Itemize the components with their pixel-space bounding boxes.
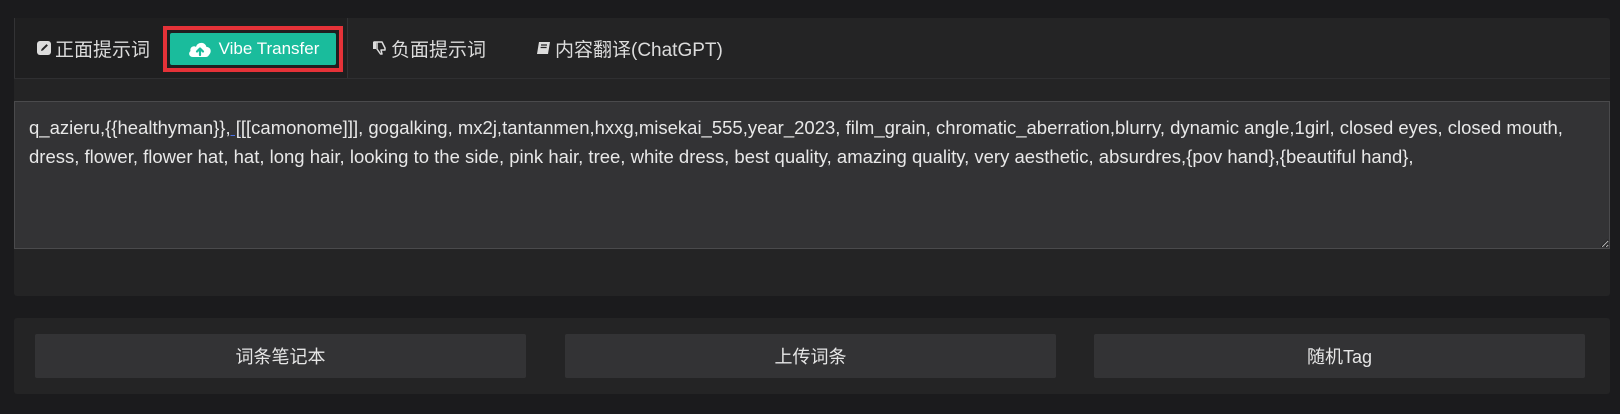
tab-translate[interactable]: 内容翻译(ChatGPT) xyxy=(535,18,723,78)
pencil-square-icon xyxy=(35,39,53,57)
tab-negative-prompt[interactable]: 负面提示词 xyxy=(371,18,486,78)
tag-notebook-label: 词条笔记本 xyxy=(235,347,326,367)
upload-tags-button[interactable]: 上传词条 xyxy=(565,334,1056,378)
prompt-textarea[interactable]: q_azieru,{{healthyman}}, [[[camonome]]],… xyxy=(14,101,1610,249)
vibe-transfer-button[interactable]: Vibe Transfer xyxy=(170,33,336,65)
random-tag-label: 随机Tag xyxy=(1306,347,1373,367)
cloud-upload-icon xyxy=(187,39,213,59)
tab-translate-label: 内容翻译(ChatGPT) xyxy=(555,39,723,61)
tab-negative-label: 负面提示词 xyxy=(391,39,487,61)
prompt-text-rest: [[camonome]]], gogalking, mx2j,tantanmen… xyxy=(29,117,1563,167)
prompt-text-start: q_azieru,{{healthyman}} xyxy=(29,117,226,138)
random-tag-button[interactable]: 随机Tag xyxy=(1094,334,1585,378)
prompt-panel: 正面提示词 负面提示词 内容翻译(ChatGPT) Vibe Transfer … xyxy=(14,18,1610,296)
prompt-tabs: 正面提示词 负面提示词 内容翻译(ChatGPT) Vibe Transfer xyxy=(14,18,1610,79)
book-icon xyxy=(535,39,553,57)
thumbs-down-icon xyxy=(371,39,389,57)
tag-notebook-button[interactable]: 词条笔记本 xyxy=(35,334,526,378)
vibe-transfer-highlight: Vibe Transfer xyxy=(163,26,343,72)
actions-panel: 词条笔记本 上传词条 随机Tag xyxy=(14,318,1610,394)
prompt-text-underlined: , [ xyxy=(225,117,241,138)
upload-tags-label: 上传词条 xyxy=(774,347,847,367)
tab-positive-label: 正面提示词 xyxy=(55,39,151,61)
resize-handle-icon[interactable] xyxy=(1597,236,1607,246)
vibe-transfer-label: Vibe Transfer xyxy=(218,39,320,58)
